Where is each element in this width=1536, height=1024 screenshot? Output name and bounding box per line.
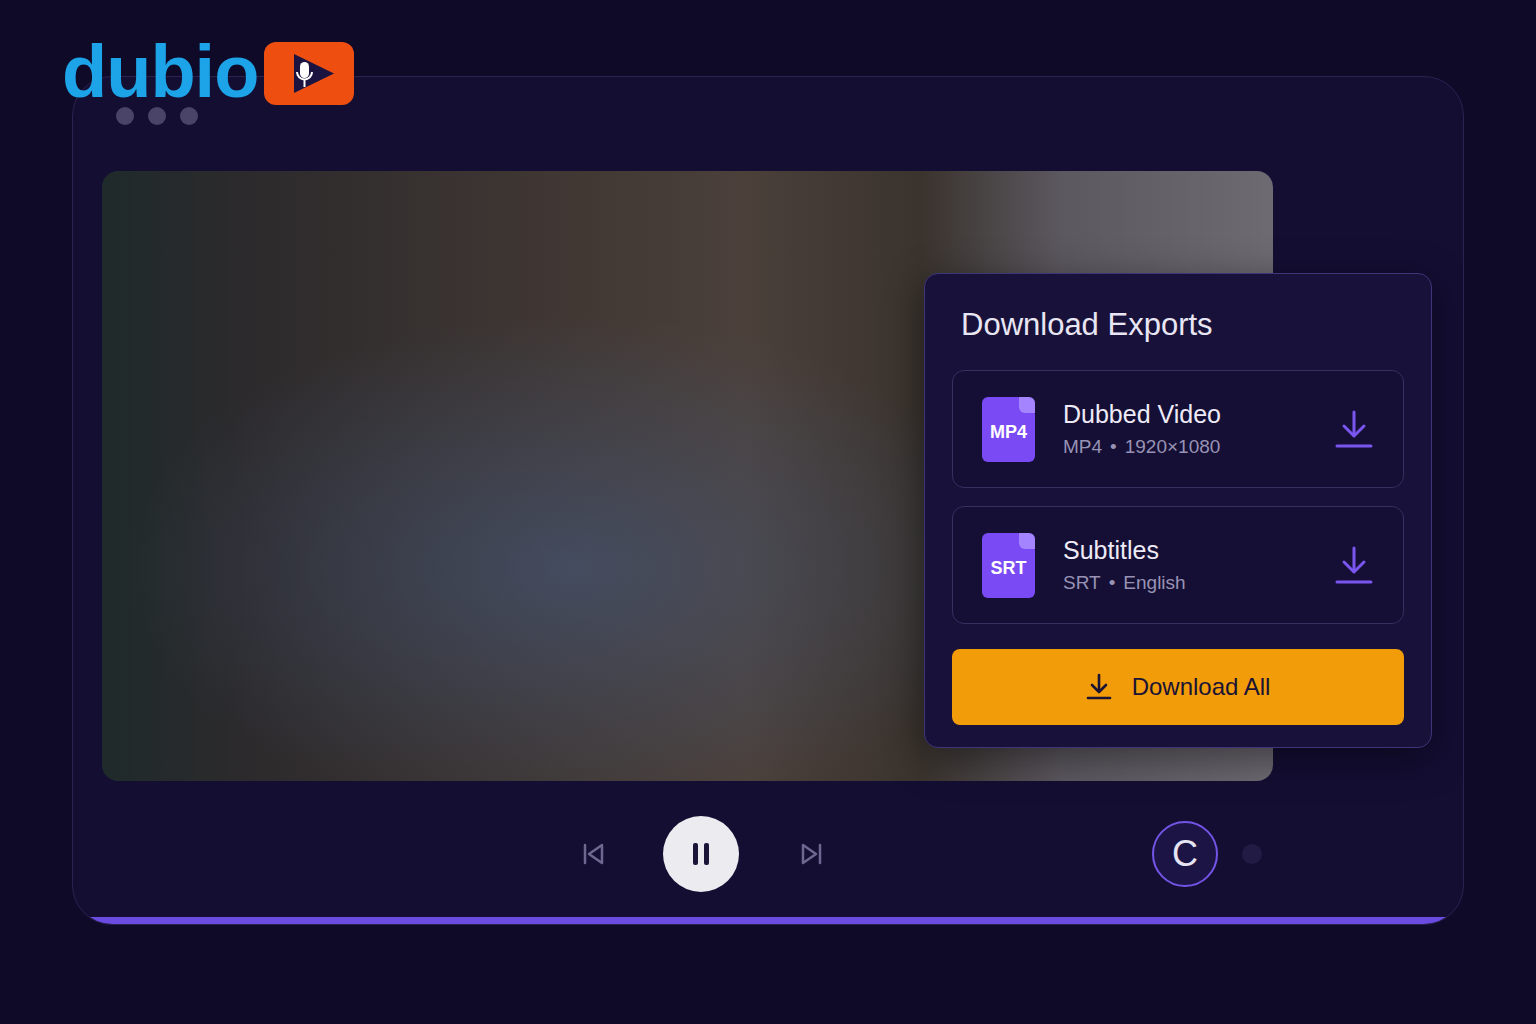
- logo-mic-play-icon: [264, 42, 354, 105]
- export-meta: MP4 • 1920×1080: [1063, 435, 1335, 459]
- file-corner-icon: [1019, 397, 1035, 413]
- export-item[interactable]: MP4 Dubbed Video MP4 • 1920×1080: [952, 370, 1404, 488]
- panel-title: Download Exports: [952, 306, 1404, 344]
- export-format: MP4: [1063, 435, 1102, 459]
- export-info: Subtitles SRT • English: [1063, 535, 1335, 595]
- export-format: SRT: [1063, 571, 1101, 595]
- download-icon[interactable]: [1335, 545, 1373, 585]
- export-list: MP4Dubbed VideoMP4•1920×1080SRTSubtitles…: [952, 370, 1404, 624]
- user-avatar[interactable]: C: [1152, 821, 1218, 887]
- logo: dubio: [62, 32, 354, 112]
- download-all-label: Download All: [1132, 673, 1271, 701]
- meta-separator: •: [1109, 571, 1116, 595]
- file-badge: SRT: [991, 558, 1027, 579]
- export-meta: SRT • English: [1063, 571, 1335, 595]
- export-name: Dubbed Video: [1063, 399, 1335, 429]
- download-exports-panel: Download Exports MP4 Dubbed Video MP4 • 1920×…: [924, 273, 1432, 748]
- player-controls: C: [102, 781, 1463, 925]
- export-info: Dubbed Video MP4 • 1920×1080: [1063, 399, 1335, 459]
- export-detail: English: [1123, 571, 1185, 595]
- file-icon: MP4: [982, 397, 1035, 462]
- export-name: Subtitles: [1063, 535, 1335, 565]
- export-item[interactable]: SRT Subtitles SRT • English: [952, 506, 1404, 624]
- file-badge: MP4: [990, 422, 1027, 443]
- logo-dot: [148, 107, 166, 125]
- logo-dot: [116, 107, 134, 125]
- download-icon: [1086, 673, 1112, 701]
- logo-text: dubio: [62, 32, 258, 112]
- export-detail: 1920×1080: [1125, 435, 1221, 459]
- meta-separator: •: [1110, 435, 1117, 459]
- logo-dots: [116, 107, 198, 125]
- previous-icon[interactable]: [581, 842, 605, 866]
- logo-dot: [180, 107, 198, 125]
- file-corner-icon: [1019, 533, 1035, 549]
- next-icon[interactable]: [800, 842, 824, 866]
- pause-icon: [687, 840, 715, 868]
- status-dot: [1242, 844, 1262, 864]
- progress-line: [73, 917, 1463, 924]
- file-icon: SRT: [982, 533, 1035, 598]
- download-icon[interactable]: [1335, 409, 1373, 449]
- player-window: Download Exports MP4 Dubbed Video MP4 • 1920×…: [72, 76, 1464, 925]
- download-all-button[interactable]: Download All: [952, 649, 1404, 725]
- page: dubio Download Exports MP4 Dubbed Video MP4 •…: [0, 0, 1536, 1024]
- play-pause-button[interactable]: [663, 816, 739, 892]
